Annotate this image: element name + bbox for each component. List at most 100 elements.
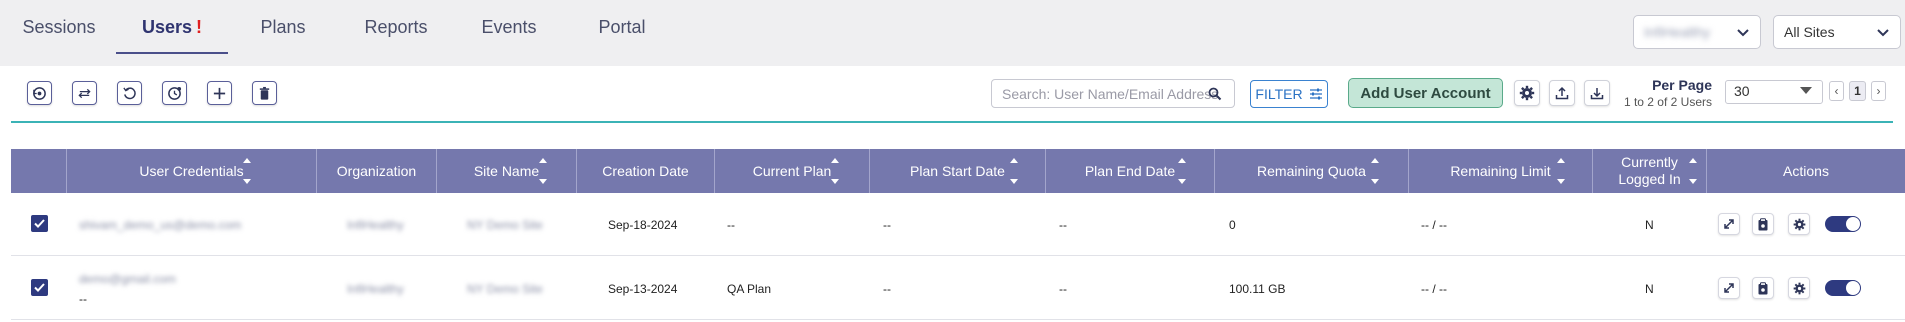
search-input[interactable]: Search: User Name/Email Address xyxy=(991,79,1235,108)
column-remaining-quota[interactable]: Remaining Quota xyxy=(1215,149,1409,193)
alert-indicator: ! xyxy=(196,16,203,37)
column-user-credentials[interactable]: User Credentials xyxy=(67,149,317,193)
column-plan-end-date[interactable]: Plan End Date xyxy=(1046,149,1215,193)
sort-icon[interactable] xyxy=(1689,158,1697,184)
column-currently-logged-in[interactable]: Currently Logged In xyxy=(1593,149,1707,193)
clipboard-icon xyxy=(1758,217,1768,230)
creation-date-cell: Sep-13-2024 xyxy=(608,257,677,320)
account-toggle[interactable] xyxy=(1825,216,1861,232)
plan-end-value: -- xyxy=(1059,217,1067,232)
clipboard-button[interactable] xyxy=(1752,213,1774,235)
sort-icon[interactable] xyxy=(243,158,251,184)
restore-icon xyxy=(33,86,46,100)
row-checkbox[interactable] xyxy=(31,215,48,232)
column-plan-start-date[interactable]: Plan Start Date xyxy=(870,149,1046,193)
plan-start-date-cell: -- xyxy=(883,257,891,320)
column-remaining-limit[interactable]: Remaining Limit xyxy=(1409,149,1593,193)
plan-start-value: -- xyxy=(883,281,891,296)
sort-icon[interactable] xyxy=(1010,158,1018,184)
sort-icon[interactable] xyxy=(1557,158,1565,184)
upload-button[interactable] xyxy=(1549,80,1575,106)
column-actions: Actions xyxy=(1707,149,1905,193)
current-plan-value: QA Plan xyxy=(727,281,772,296)
site-select[interactable]: All Sites xyxy=(1773,15,1901,49)
column-label: User Credentials xyxy=(139,162,244,179)
prev-page-glyph: ‹ xyxy=(1834,84,1839,98)
tab-events[interactable]: Events xyxy=(466,0,552,54)
per-page-select[interactable]: 30 xyxy=(1725,80,1823,104)
column-label: Plan Start Date xyxy=(910,162,1005,179)
organization-cell: InfiHealthy xyxy=(347,257,404,320)
settings-button[interactable] xyxy=(1514,80,1540,106)
sort-icon[interactable] xyxy=(1371,158,1379,184)
column-creation-date: Creation Date xyxy=(577,149,715,193)
row-settings-button[interactable] xyxy=(1788,277,1810,299)
tab-portal[interactable]: Portal xyxy=(578,0,666,54)
search-icon xyxy=(1208,87,1222,101)
tab-sessions[interactable]: Sessions xyxy=(11,0,107,54)
plan-end-date-cell: -- xyxy=(1059,193,1067,256)
current-plan-cell: QA Plan xyxy=(727,257,771,320)
tab-users[interactable]: Users! xyxy=(116,0,228,54)
transfer-button[interactable] xyxy=(72,81,97,105)
remaining-limit-cell: -- / -- xyxy=(1421,193,1447,256)
remaining-limit-value: -- / -- xyxy=(1421,281,1447,296)
column-organization: Organization xyxy=(317,149,437,193)
tab-label: Events xyxy=(481,16,537,37)
column-site-name[interactable]: Site Name xyxy=(437,149,577,193)
gear-icon xyxy=(1793,282,1805,294)
check-icon xyxy=(34,219,45,228)
tab-label: Plans xyxy=(260,16,306,37)
add-button[interactable] xyxy=(207,81,232,105)
tab-label: Reports xyxy=(364,16,428,37)
table-header: User Credentials Organization Site Name … xyxy=(11,149,1905,193)
download-icon xyxy=(1590,88,1604,100)
tab-reports[interactable]: Reports xyxy=(352,0,440,54)
expand-button[interactable] xyxy=(1718,277,1740,299)
clipboard-button[interactable] xyxy=(1752,277,1774,299)
plan-end-date-cell: -- xyxy=(1059,257,1067,320)
page-1-button[interactable]: 1 xyxy=(1849,81,1866,101)
organization-select[interactable]: InfiHealthy xyxy=(1633,15,1761,49)
prev-page-button[interactable]: ‹ xyxy=(1829,81,1844,101)
column-label: Currently Logged In xyxy=(1618,154,1681,187)
next-page-button[interactable]: › xyxy=(1871,81,1886,101)
chevron-down-icon xyxy=(1737,29,1749,37)
column-label: Actions xyxy=(1783,162,1829,179)
current-plan-value: -- xyxy=(727,217,735,232)
column-label: Creation Date xyxy=(602,162,689,179)
reset-quota-button[interactable] xyxy=(162,81,187,105)
site-name-value: NY Demo Site xyxy=(467,217,543,232)
refresh-button[interactable] xyxy=(117,81,142,105)
filter-label: FILTER xyxy=(1255,86,1303,102)
expand-button[interactable] xyxy=(1718,213,1740,235)
account-toggle[interactable] xyxy=(1825,280,1861,296)
transfer-icon xyxy=(78,88,91,98)
remaining-quota-cell: 100.11 GB xyxy=(1229,257,1285,320)
creation-date-cell: Sep-18-2024 xyxy=(608,193,677,256)
per-page-label: Per Page xyxy=(1652,77,1712,93)
tab-label: Users xyxy=(141,16,193,37)
filter-button[interactable]: FILTER xyxy=(1250,80,1328,108)
sort-icon[interactable] xyxy=(1178,158,1186,184)
creation-date-value: Sep-18-2024 xyxy=(608,217,678,232)
restore-button[interactable] xyxy=(27,81,52,105)
download-button[interactable] xyxy=(1584,80,1610,106)
row-settings-button[interactable] xyxy=(1788,213,1810,235)
row-checkbox[interactable] xyxy=(31,279,48,296)
delete-button[interactable] xyxy=(252,81,277,105)
toolbar-divider xyxy=(11,121,1893,123)
column-current-plan[interactable]: Current Plan xyxy=(715,149,870,193)
user-secondary: -- xyxy=(79,291,87,306)
tab-plans[interactable]: Plans xyxy=(240,0,326,54)
delete-icon xyxy=(259,86,270,100)
sort-icon[interactable] xyxy=(539,158,547,184)
organization-value: InfiHealthy xyxy=(347,217,404,232)
logged-in-cell: N xyxy=(1645,257,1654,320)
logged-in-cell: N xyxy=(1645,193,1654,256)
sort-icon[interactable] xyxy=(831,158,839,184)
organization-value: InfiHealthy xyxy=(347,281,404,296)
remaining-quota-value: 100.11 GB xyxy=(1229,281,1286,296)
column-label: Current Plan xyxy=(752,162,832,179)
add-user-account-button[interactable]: Add User Account xyxy=(1348,78,1503,108)
